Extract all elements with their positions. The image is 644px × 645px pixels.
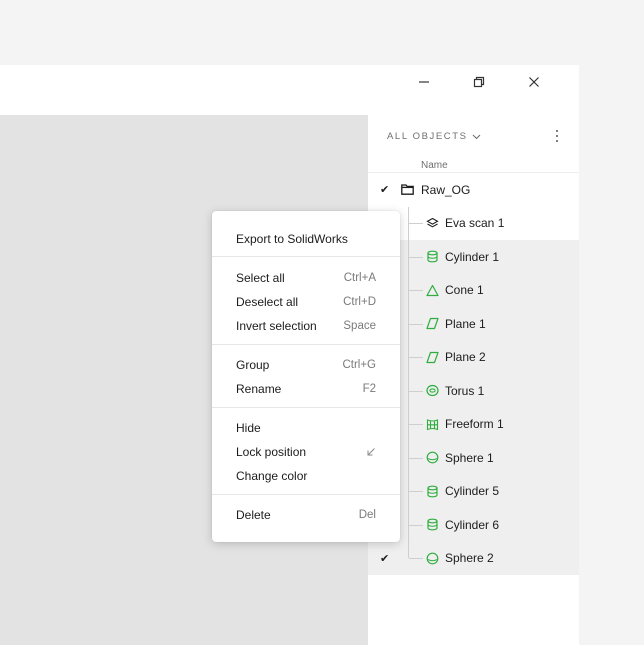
cylinder-icon	[427, 485, 438, 497]
minimize-button[interactable]	[409, 69, 439, 95]
menu-item-label: Lock position	[236, 445, 307, 459]
menu-item-invert-selection[interactable]: Invert selection Space	[212, 314, 400, 338]
menu-item-group[interactable]: Group Ctrl+G	[212, 353, 400, 377]
sphere-icon	[426, 451, 439, 464]
plane-icon	[426, 317, 439, 330]
menu-shortcut: Space	[343, 320, 376, 332]
scan-layers-icon	[426, 217, 439, 227]
menu-item-change-color[interactable]: Change color	[212, 464, 400, 488]
tree-row-root[interactable]: ✔ Raw_OG	[368, 173, 579, 207]
sphere-icon	[426, 552, 439, 564]
cursor-arrow-icon	[367, 448, 375, 456]
tree-connector	[409, 357, 423, 359]
menu-separator	[212, 407, 400, 408]
objects-filter-dropdown[interactable]: ALL OBJECTS	[387, 131, 481, 142]
menu-item-label: Select all	[236, 271, 285, 285]
folder-icon	[401, 184, 414, 195]
visibility-check-icon[interactable]: ✔	[380, 552, 389, 565]
column-header-name[interactable]: Name	[421, 160, 448, 171]
tree-connector	[409, 290, 423, 292]
tree-connector	[408, 541, 409, 559]
tree-item-label: Plane 2	[445, 350, 486, 365]
menu-item-lock-position[interactable]: Lock position	[212, 440, 400, 464]
tree-item-label: Cylinder 1	[445, 249, 500, 264]
menu-shortcut: Del	[358, 509, 376, 521]
tree-connector	[409, 524, 423, 526]
menu-separator	[212, 344, 400, 345]
menu-item-label: Delete	[236, 508, 271, 522]
title-bar	[0, 65, 579, 115]
menu-item-deselect-all[interactable]: Deselect all Ctrl+D	[212, 290, 400, 314]
tree-connector	[409, 323, 423, 325]
tree-connector	[409, 457, 423, 459]
tree-connector	[409, 491, 423, 493]
menu-item-select-all[interactable]: Select all Ctrl+A	[212, 266, 400, 290]
freeform-icon	[426, 418, 439, 430]
cylinder-icon	[427, 518, 438, 531]
menu-item-label: Hide	[236, 421, 261, 435]
restore-icon	[473, 76, 485, 88]
menu-item-label: Group	[236, 358, 270, 372]
tree-connector	[409, 256, 423, 258]
menu-item-hide[interactable]: Hide	[212, 416, 400, 440]
objects-filter-label: ALL OBJECTS	[387, 131, 468, 142]
menu-separator	[212, 494, 400, 495]
minimize-icon	[419, 81, 429, 83]
menu-separator	[212, 256, 400, 257]
tree-item-label: Torus 1	[445, 383, 485, 398]
menu-item-export[interactable]: Export to SolidWorks	[212, 227, 400, 251]
menu-shortcut: Ctrl+D	[343, 296, 376, 308]
tree-item-label: Plane 1	[445, 316, 486, 331]
tree-connector	[409, 223, 423, 225]
plane-icon	[426, 351, 439, 363]
tree-row[interactable]: ✔ Sphere 2	[368, 541, 579, 575]
menu-item-label: Invert selection	[236, 319, 317, 333]
menu-item-label: Export to SolidWorks	[236, 232, 348, 246]
tree-item-label: Freeform 1	[445, 417, 504, 432]
tree-connector	[409, 390, 423, 392]
close-icon	[529, 77, 539, 87]
tree-item-label: Cylinder 6	[445, 517, 500, 532]
menu-item-label: Rename	[236, 382, 282, 396]
visibility-check-icon[interactable]: ✔	[380, 183, 389, 196]
menu-item-delete[interactable]: Delete Del	[212, 503, 400, 527]
tree-connector	[409, 558, 423, 560]
tree-root-label: Raw_OG	[421, 182, 471, 197]
menu-shortcut: F2	[362, 383, 376, 395]
menu-item-label: Deselect all	[236, 295, 299, 309]
context-menu: Export to SolidWorks Select all Ctrl+A D…	[212, 211, 400, 542]
menu-shortcut: Ctrl+A	[343, 272, 376, 284]
menu-shortcut: Ctrl+G	[342, 359, 376, 371]
tree-item-label: Sphere 2	[445, 551, 494, 566]
menu-item-rename[interactable]: Rename F2	[212, 377, 400, 401]
tree-item-label: Eva scan 1	[445, 216, 505, 231]
cylinder-icon	[427, 250, 438, 263]
chevron-down-icon	[472, 134, 480, 139]
close-button[interactable]	[519, 69, 549, 95]
tree-item-label: Sphere 1	[445, 450, 494, 465]
menu-item-label: Change color	[236, 469, 308, 483]
cone-icon	[426, 284, 439, 296]
kebab-menu-icon[interactable]	[553, 129, 561, 143]
tree-connector	[409, 424, 423, 426]
tree-item-label: Cone 1	[445, 283, 484, 298]
torus-icon	[426, 384, 439, 397]
tree-item-label: Cylinder 5	[445, 484, 500, 499]
restore-button[interactable]	[464, 69, 494, 95]
